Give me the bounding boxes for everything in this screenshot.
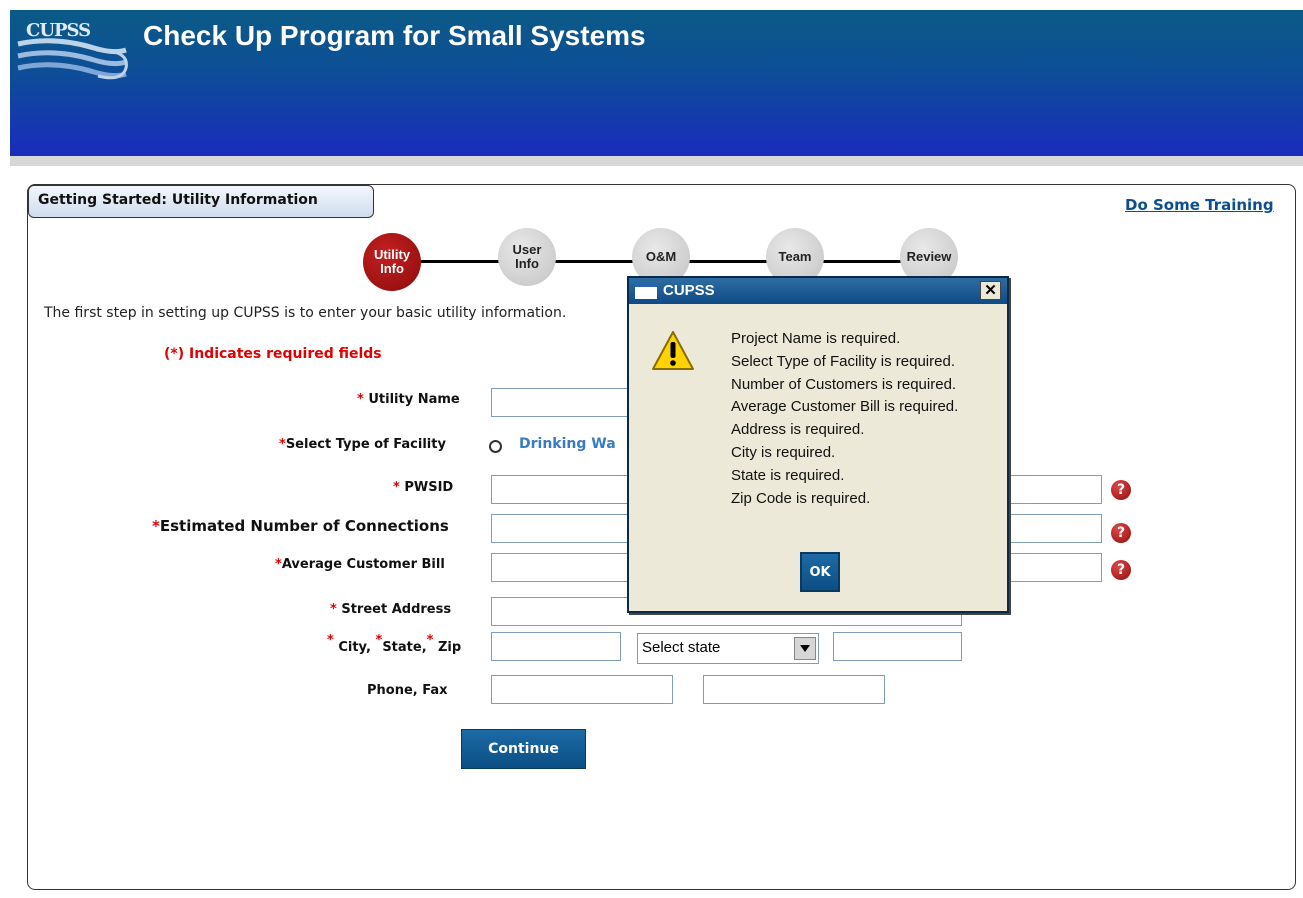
step-utility-info[interactable]: Utility Info	[363, 233, 421, 291]
validation-message: Address is required.	[731, 421, 865, 439]
phone-fax-label: Phone, Fax	[367, 683, 448, 698]
intro-text: The first step in setting up CUPSS is to…	[44, 305, 567, 321]
validation-message: Project Name is required.	[731, 330, 901, 347]
continue-button[interactable]: Continue	[461, 729, 586, 769]
dialog-titlebar[interactable]: CUPSS ✕	[629, 278, 1007, 304]
validation-message: City is required.	[731, 443, 836, 461]
street-address-label: * Street Address	[330, 602, 452, 617]
facility-type-label: *Select Type of Facility	[279, 437, 446, 452]
city-state-zip-label: * City, *State,* Zip	[327, 633, 462, 655]
connections-label: *Estimated Number of Connections	[152, 517, 449, 535]
validation-message: Zip Code is required.	[731, 489, 871, 507]
average-bill-help-icon[interactable]: ?	[1111, 560, 1131, 580]
validation-message: Select Type of Facility is required.	[731, 352, 955, 370]
chevron-down-icon[interactable]	[794, 637, 816, 660]
step-user-info[interactable]: User Info	[498, 228, 556, 286]
utility-name-label: * Utility Name	[357, 392, 460, 407]
average-bill-label: *Average Customer Bill	[275, 557, 445, 572]
cupss-logo: CUPSS	[14, 14, 130, 94]
required-fields-note: (*) Indicates required fields	[164, 346, 382, 362]
pwsid-label: * PWSID	[393, 480, 454, 495]
app-title: Check Up Program for Small Systems	[143, 20, 646, 51]
do-some-training-link[interactable]: Do Some Training	[1125, 196, 1274, 214]
state-select[interactable]: Select state	[637, 633, 819, 664]
zip-input[interactable]	[833, 632, 962, 661]
pwsid-help-icon[interactable]: ?	[1111, 480, 1131, 500]
panel-tab-title: Getting Started: Utility Information	[28, 185, 374, 218]
dialog-title: CUPSS	[663, 282, 715, 299]
close-icon[interactable]: ✕	[980, 281, 1001, 300]
phone-input[interactable]	[491, 675, 673, 704]
drinking-water-option-label[interactable]: Drinking Wa	[519, 436, 616, 452]
window-icon	[635, 284, 657, 299]
utility-name-input[interactable]	[491, 388, 631, 417]
validation-message: Average Customer Bill is required.	[731, 398, 959, 416]
header-divider	[10, 156, 1303, 166]
city-input[interactable]	[491, 632, 621, 661]
drinking-water-radio[interactable]	[489, 440, 502, 453]
fax-input[interactable]	[703, 675, 885, 704]
app-header: CUPSS Check Up Program for Small Systems	[10, 10, 1303, 156]
connections-help-icon[interactable]: ?	[1111, 523, 1131, 543]
validation-dialog: CUPSS ✕ Project Name is required. Select…	[627, 276, 1009, 613]
validation-message: State is required.	[731, 466, 845, 484]
validation-messages-list: Project Name is required. Select Type of…	[731, 328, 958, 510]
validation-message: Number of Customers is required.	[731, 375, 957, 393]
ok-button[interactable]: OK	[800, 552, 840, 592]
warning-triangle-icon	[652, 331, 694, 370]
